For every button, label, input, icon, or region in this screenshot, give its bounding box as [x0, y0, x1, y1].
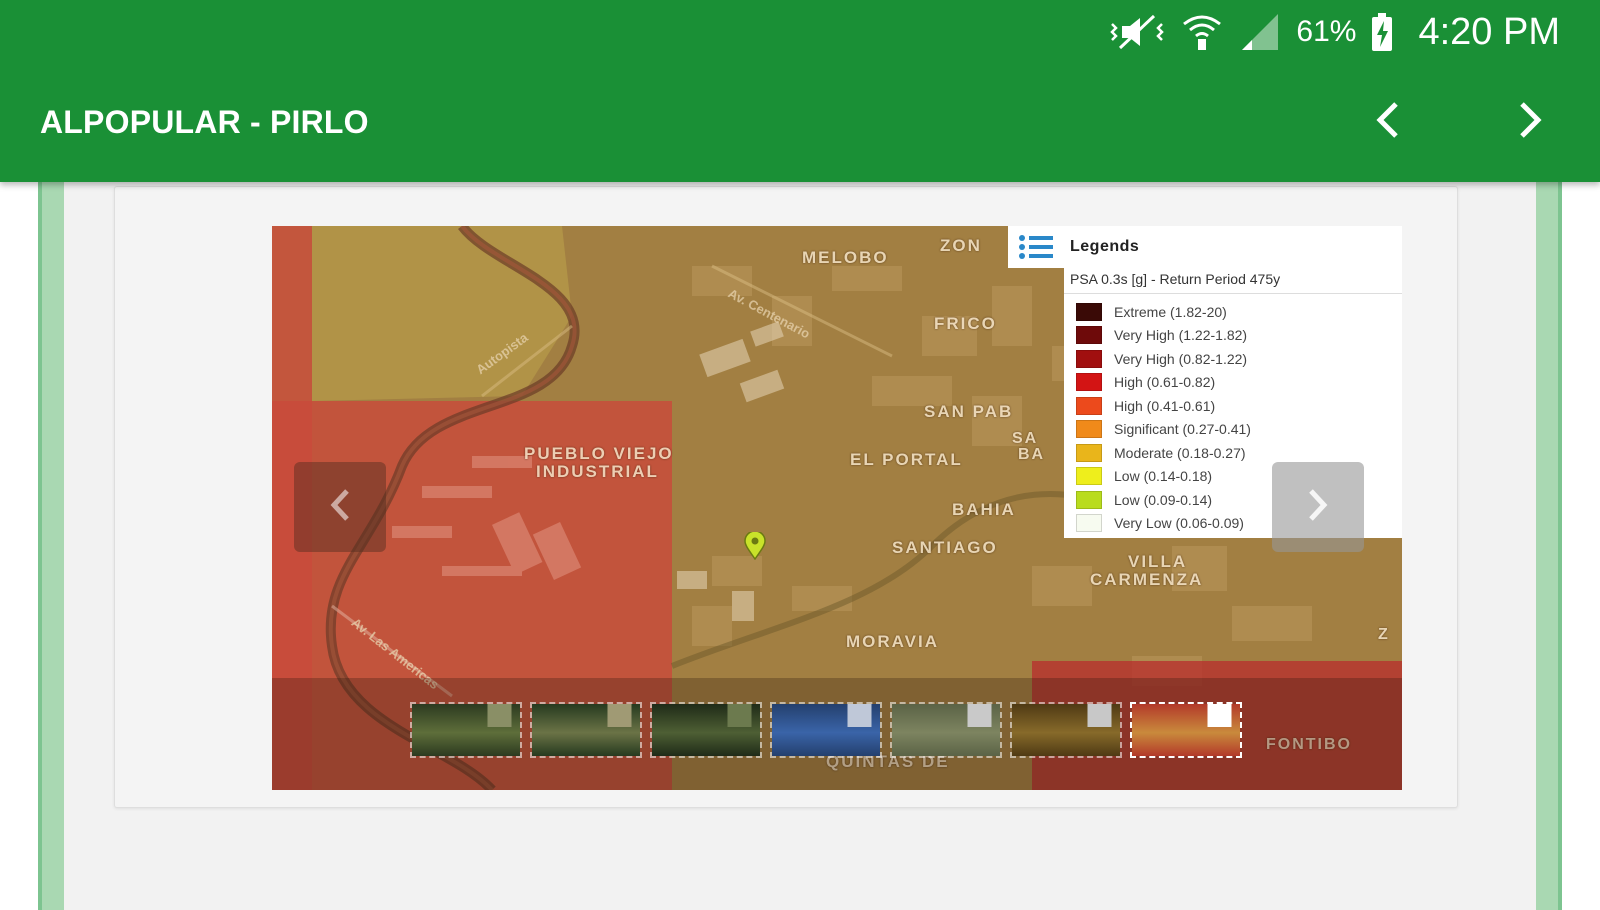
list-icon	[1018, 234, 1054, 265]
map-place-label: CARMENZA	[1090, 570, 1204, 589]
map-place-label: Z	[1378, 626, 1390, 643]
battery-charging-icon	[1370, 12, 1394, 52]
chevron-right-icon	[1305, 485, 1331, 530]
thumbnail-image	[1132, 704, 1240, 756]
chevron-left-icon	[1375, 100, 1401, 145]
map-place-label: FRICO	[934, 314, 997, 333]
clock: 4:20 PM	[1418, 10, 1560, 53]
previous-button[interactable]	[1366, 98, 1410, 146]
legend-label: High (0.41-0.61)	[1114, 397, 1216, 414]
location-pin-icon[interactable]	[744, 530, 766, 565]
map-place-label: MELOBO	[802, 248, 889, 267]
thumbnail-strip	[272, 678, 1402, 790]
thumbnail-aerial-field-3[interactable]	[650, 702, 762, 758]
vibrate-muted-icon	[1108, 12, 1166, 52]
legend-label: Low (0.14-0.18)	[1114, 468, 1213, 485]
legend-label: Very High (0.82-1.22)	[1114, 350, 1248, 367]
wifi-icon	[1180, 12, 1224, 52]
legend-swatch	[1076, 514, 1102, 533]
legend-label: Extreme (1.82-20)	[1114, 303, 1227, 320]
thumbnail-image	[652, 704, 760, 756]
legend-swatch	[1076, 467, 1102, 486]
map-place-label: ZON	[940, 236, 982, 255]
legend-label: Low (0.09-0.14)	[1114, 491, 1213, 508]
thumbnail-map-gray[interactable]	[890, 702, 1002, 758]
chevron-right-icon	[1517, 100, 1543, 145]
legend-item: High (0.61-0.82)	[1064, 371, 1402, 395]
thumbnail-map-brown[interactable]	[1010, 702, 1122, 758]
cellular-signal-icon	[1238, 12, 1282, 52]
status-bar: 61% 4:20 PM	[1108, 8, 1560, 56]
legend-label: Very Low (0.06-0.09)	[1114, 515, 1244, 532]
legend-item: Extreme (1.82-20)	[1064, 300, 1402, 324]
thumbnail-list	[410, 702, 1242, 758]
map-place-label: MORAVIA	[846, 632, 940, 651]
legend-subtitle: PSA 0.3s [g] - Return Period 475y	[1064, 268, 1402, 294]
thumbnail-map-blue[interactable]	[770, 702, 882, 758]
legend-item: Moderate (0.18-0.27)	[1064, 441, 1402, 465]
thumbnail-image	[772, 704, 880, 756]
legend-label: Significant (0.27-0.41)	[1114, 421, 1251, 438]
legend-item: Very High (0.82-1.22)	[1064, 347, 1402, 371]
legend-swatch	[1076, 490, 1102, 509]
app-bar: 61% 4:20 PM ALPOPULAR - PIRLO	[0, 0, 1600, 182]
legend-item: Significant (0.27-0.41)	[1064, 418, 1402, 442]
hazard-map-viewer[interactable]: MELOBO ZON FRICO SAN PAB SA BA PUEBLO VI…	[272, 226, 1402, 790]
map-place-label: EL PORTAL	[850, 450, 963, 469]
legend-swatch	[1076, 302, 1102, 321]
legend-header: Legends	[1008, 226, 1402, 268]
legend-swatch	[1076, 373, 1102, 392]
next-button[interactable]	[1508, 98, 1552, 146]
map-place-label: VILLA	[1128, 552, 1188, 571]
legend-swatch	[1076, 349, 1102, 368]
thumbnail-image	[892, 704, 1000, 756]
thumbnail-image	[1012, 704, 1120, 756]
carousel-next-button[interactable]	[1272, 462, 1364, 552]
legend-label: Moderate (0.18-0.27)	[1114, 444, 1246, 461]
map-place-label: SANTIAGO	[892, 538, 998, 557]
carousel-prev-button[interactable]	[294, 462, 386, 552]
page-title: ALPOPULAR - PIRLO	[40, 104, 369, 140]
legend-title: Legends	[1070, 238, 1140, 255]
map-place-label: BAHIA	[952, 500, 1016, 519]
legend-label: High (0.61-0.82)	[1114, 374, 1216, 391]
legend-swatch	[1076, 326, 1102, 345]
legend-swatch	[1076, 443, 1102, 462]
legend-label: Very High (1.22-1.82)	[1114, 327, 1248, 344]
map-place-label: PUEBLO VIEJO	[524, 444, 674, 463]
legend-item: Very High (1.22-1.82)	[1064, 324, 1402, 348]
map-place-label: SAN PAB	[924, 402, 1014, 421]
thumbnail-aerial-field-2[interactable]	[530, 702, 642, 758]
thumbnail-aerial-field-1[interactable]	[410, 702, 522, 758]
chevron-left-icon	[327, 485, 353, 530]
legend-swatch	[1076, 420, 1102, 439]
thumbnail-map-hazard[interactable]	[1130, 702, 1242, 758]
battery-percentage: 61%	[1296, 15, 1357, 48]
thumbnail-image	[532, 704, 640, 756]
legend-swatch	[1076, 396, 1102, 415]
map-place-label: INDUSTRIAL	[536, 462, 659, 481]
thumbnail-image	[412, 704, 520, 756]
legend-item: High (0.41-0.61)	[1064, 394, 1402, 418]
